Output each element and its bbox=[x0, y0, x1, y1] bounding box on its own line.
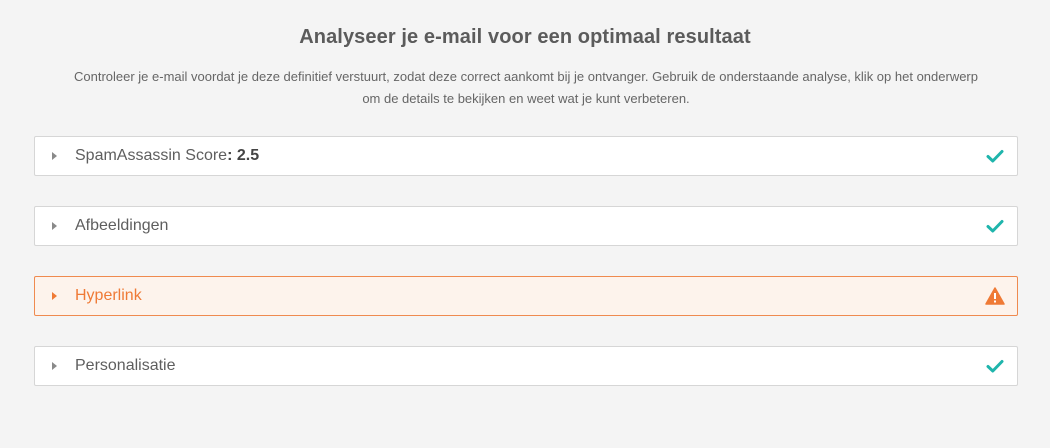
intro-line-2: om de details te bekijken en weet wat je… bbox=[362, 91, 690, 106]
spam-score-value: 2.5 bbox=[236, 147, 260, 164]
check-label: Afbeeldingen bbox=[75, 217, 169, 234]
intro-line-1: Controleer je e-mail voordat je deze def… bbox=[73, 69, 978, 84]
check-row-spamassassin[interactable]: SpamAssassin Score: 2.5 bbox=[34, 136, 1018, 176]
check-icon bbox=[985, 356, 1005, 376]
expand-caret-icon bbox=[52, 362, 57, 370]
score-separator: : bbox=[227, 147, 233, 164]
expand-caret-icon bbox=[52, 292, 57, 300]
check-label: Personalisatie bbox=[75, 357, 176, 374]
check-icon bbox=[985, 146, 1005, 166]
check-label: Hyperlink bbox=[75, 287, 142, 304]
check-label: SpamAssassin Score: 2.5 bbox=[75, 147, 985, 165]
check-row-afbeeldingen[interactable]: Afbeeldingen bbox=[34, 206, 1018, 246]
check-row-personalisatie[interactable]: Personalisatie bbox=[34, 346, 1018, 386]
check-label-text: SpamAssassin Score bbox=[75, 147, 228, 164]
intro-text: Controleer je e-mail voordat je deze def… bbox=[34, 66, 1018, 110]
check-row-hyperlink[interactable]: Hyperlink bbox=[34, 276, 1018, 316]
page-title: Analyseer je e-mail voor een optimaal re… bbox=[299, 26, 751, 48]
check-icon bbox=[985, 216, 1005, 236]
warning-icon bbox=[985, 286, 1005, 306]
email-analysis-page: Analyseer je e-mail voor een optimaal re… bbox=[0, 0, 1050, 448]
expand-caret-icon bbox=[52, 152, 57, 160]
expand-caret-icon bbox=[52, 222, 57, 230]
